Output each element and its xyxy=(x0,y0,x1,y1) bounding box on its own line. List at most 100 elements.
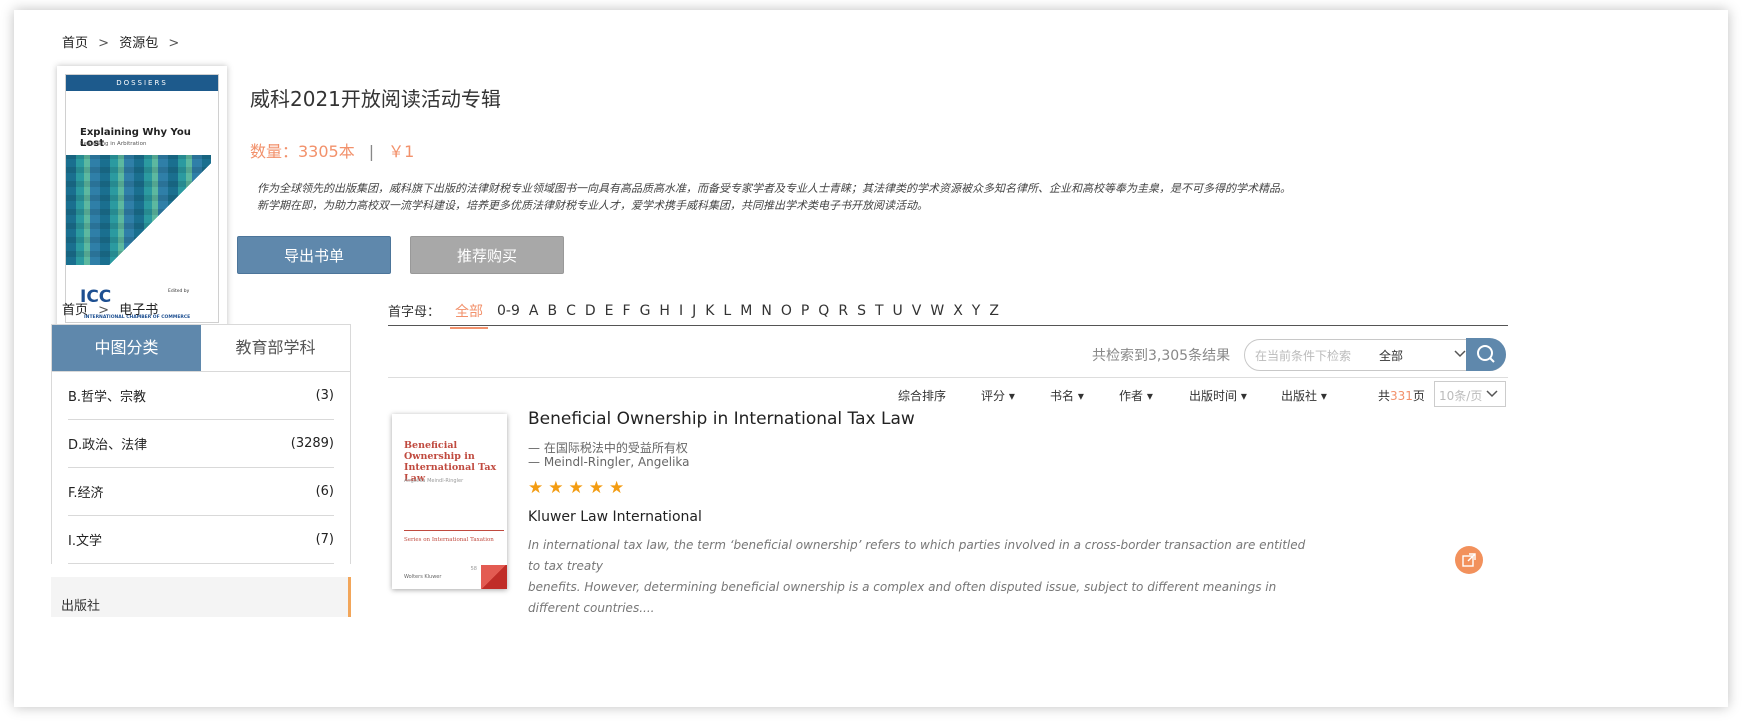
pages-prefix: 共 xyxy=(1378,389,1391,403)
letter-filter: 首字母： 全部 0-9 A B C D E F G H I J K L M N … xyxy=(388,296,1508,329)
classification-tabs: 中图分类 教育部学科 xyxy=(51,324,351,372)
search-scope-select[interactable]: 全部 xyxy=(1379,347,1403,364)
letter-filter-label: 首字母： xyxy=(388,305,441,320)
letter-z[interactable]: Z xyxy=(989,303,999,319)
category-count: (3289) xyxy=(290,436,334,451)
chevron-down-icon[interactable] xyxy=(1453,346,1467,366)
page-container: 首页 > 资源包 > DOSSIERS Explaining Why You L… xyxy=(14,10,1728,707)
divider xyxy=(388,377,1508,378)
book-author[interactable]: — Meindl-Ringler, Angelika xyxy=(528,455,690,469)
cover-band: DOSSIERS xyxy=(66,75,218,91)
category-item[interactable]: B.哲学、宗教 (3) xyxy=(68,372,334,420)
category-name: B.哲学、宗教 xyxy=(68,390,147,405)
letter-d[interactable]: D xyxy=(585,303,596,319)
letter-g[interactable]: G xyxy=(640,303,651,319)
sort-title[interactable]: 书名 ▾ xyxy=(1050,387,1084,404)
letter-u[interactable]: U xyxy=(893,303,903,319)
letter-o[interactable]: O xyxy=(781,303,792,319)
letter-j[interactable]: J xyxy=(692,303,696,319)
letter-i[interactable]: I xyxy=(679,303,683,319)
per-page-value: 10条/页 xyxy=(1439,389,1483,403)
letter-r[interactable]: R xyxy=(838,303,848,319)
book-cover-author: Angelika Meindl-Ringler xyxy=(404,478,464,484)
collection-title: 威科2021开放阅读活动专辑 xyxy=(250,87,501,111)
description-line: 作为全球领先的出版集团，威科旗下出版的法律财税专业领域图书一向具有高品质高水准，… xyxy=(257,182,1291,195)
category-item[interactable]: I.文学 (7) xyxy=(68,516,334,564)
per-page-select[interactable]: 10条/页 xyxy=(1434,381,1506,407)
letter-c[interactable]: C xyxy=(566,303,576,319)
category-list: B.哲学、宗教 (3) D.政治、法律 (3289) F.经济 (6) I.文学… xyxy=(51,372,351,564)
letter-n[interactable]: N xyxy=(761,303,771,319)
collection-price: ￥1 xyxy=(388,142,415,161)
export-list-button[interactable]: 导出书单 xyxy=(237,236,391,274)
letter-a[interactable]: A xyxy=(529,303,539,319)
sort-author[interactable]: 作者 ▾ xyxy=(1119,387,1153,404)
book-subtitle: — 在国际税法中的受益所有权 xyxy=(528,441,688,455)
sort-publish-date[interactable]: 出版时间 ▾ xyxy=(1189,387,1247,404)
tab-moe-discipline[interactable]: 教育部学科 xyxy=(201,325,350,371)
book-cover-volume: 58 xyxy=(470,566,477,572)
breadcrumb: 首页 > 资源包 > xyxy=(62,32,185,51)
letter-t[interactable]: T xyxy=(875,303,884,319)
result-count: 共检索到3,305条结果 xyxy=(1092,348,1231,364)
category-name: F.经济 xyxy=(68,486,104,501)
letter-p[interactable]: P xyxy=(801,303,809,319)
letter-f[interactable]: F xyxy=(623,303,631,319)
tab-clc-classification[interactable]: 中图分类 xyxy=(52,325,201,371)
letter-m[interactable]: M xyxy=(740,303,752,319)
letter-w[interactable]: W xyxy=(930,303,944,319)
sort-publisher[interactable]: 出版社 ▾ xyxy=(1281,387,1327,404)
recommend-purchase-button[interactable]: 推荐购买 xyxy=(410,236,564,274)
breadcrumb-home-link[interactable]: 首页 xyxy=(62,36,88,51)
letter-v[interactable]: V xyxy=(912,303,922,319)
abstract-line: benefits. However, determining beneficia… xyxy=(528,580,1277,615)
letter-0-9[interactable]: 0-9 xyxy=(497,303,520,319)
sort-rating[interactable]: 评分 ▾ xyxy=(981,387,1015,404)
book-publisher[interactable]: Kluwer Law International xyxy=(528,509,702,525)
category-count: (7) xyxy=(315,532,334,547)
breadcrumb-ebook: 首页 > 电子书 xyxy=(62,299,164,318)
category-name: I.文学 xyxy=(68,534,102,549)
letter-all[interactable]: 全部 xyxy=(450,301,489,329)
cover-subtitle: Reasoning in Arbitration xyxy=(80,141,147,147)
search-placeholder: 在当前条件下检索 xyxy=(1255,349,1352,363)
description-line: 新学期在即，为助力高校双一流学科建设，培养更多优质法律财税专业人才，爱学术携手威… xyxy=(257,199,928,212)
collection-count: 数量：3305本 xyxy=(250,142,355,161)
letter-y[interactable]: Y xyxy=(972,303,981,319)
share-button[interactable] xyxy=(1455,546,1483,574)
letter-s[interactable]: S xyxy=(857,303,866,319)
page-total: 共331页 xyxy=(1378,387,1425,404)
letter-h[interactable]: H xyxy=(659,303,670,319)
abstract-line: In international tax law, the term ‘bene… xyxy=(528,538,1306,573)
category-name: D.政治、法律 xyxy=(68,438,148,453)
book-cover-image[interactable]: Beneficial Ownership in International Ta… xyxy=(392,414,507,589)
breadcrumb-separator: > xyxy=(168,36,180,51)
search-button[interactable] xyxy=(1466,338,1506,371)
cover-artwork xyxy=(66,155,211,265)
meta-separator: | xyxy=(368,142,375,161)
letter-q[interactable]: Q xyxy=(818,303,829,319)
breadcrumb-resource-link[interactable]: 资源包 xyxy=(119,36,158,51)
category-count: (6) xyxy=(315,484,334,499)
letter-k[interactable]: K xyxy=(705,303,714,319)
letter-x[interactable]: X xyxy=(953,303,963,319)
category-item[interactable]: D.政治、法律 (3289) xyxy=(68,420,334,468)
letter-l[interactable]: L xyxy=(723,303,731,319)
letter-b[interactable]: B xyxy=(547,303,557,319)
breadcrumb-home-link[interactable]: 首页 xyxy=(62,303,88,318)
cover-editor: Edited by xyxy=(168,289,190,294)
letter-e[interactable]: E xyxy=(605,303,614,319)
collection-cover-image: DOSSIERS Explaining Why You Lost Reasoni… xyxy=(57,66,227,331)
external-link-icon xyxy=(1462,553,1476,567)
search-icon xyxy=(1477,345,1495,363)
pages-count: 331 xyxy=(1390,389,1413,403)
publisher-filter-panel[interactable]: 出版社 xyxy=(51,577,351,617)
book-abstract: In international tax law, the term ‘bene… xyxy=(528,535,1318,619)
category-item[interactable]: F.经济 (6) xyxy=(68,468,334,516)
sort-default[interactable]: 综合排序 xyxy=(898,387,946,404)
breadcrumb-separator: > xyxy=(98,303,110,318)
breadcrumb-ebook-link[interactable]: 电子书 xyxy=(119,303,158,318)
star-rating: ★★★★★ xyxy=(528,478,630,498)
book-title-link[interactable]: Beneficial Ownership in International Ta… xyxy=(528,409,915,429)
chevron-down-icon xyxy=(1485,386,1499,406)
